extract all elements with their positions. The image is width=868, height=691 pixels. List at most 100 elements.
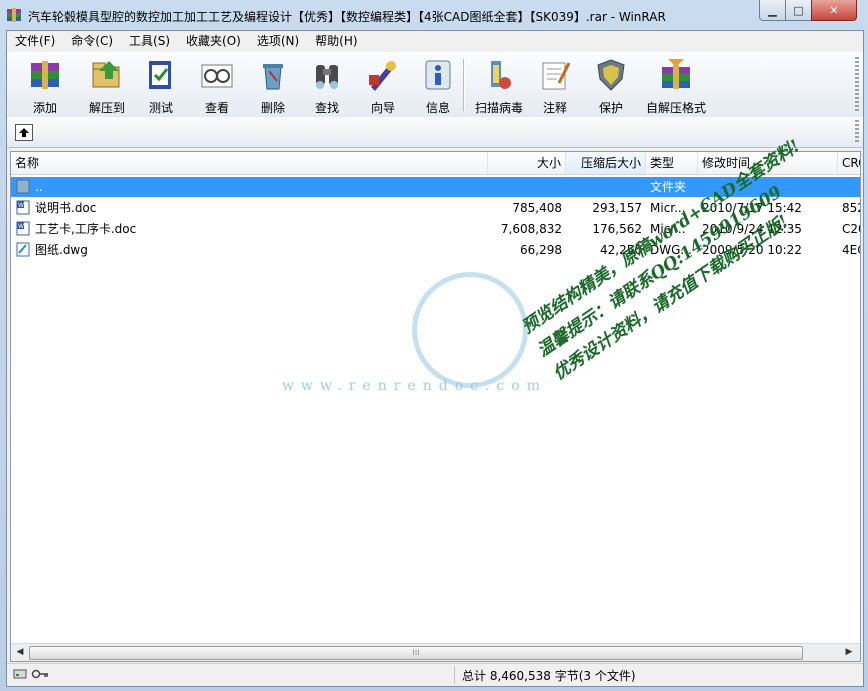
address-bar [7, 117, 863, 148]
table-row[interactable]: W 工艺卡,工序卡.doc 7,608,832 176,562 Micr... … [11, 219, 860, 239]
client-area: 文件(F) 命令(C) 工具(S) 收藏夹(O) 选项(N) 帮助(H) 添加 … [6, 30, 864, 687]
menu-options[interactable]: 选项(N) [249, 31, 307, 51]
scroll-left-icon[interactable]: ◀ [13, 646, 27, 659]
row-name: .. [35, 180, 43, 194]
row-crc: C20 [842, 222, 860, 236]
col-name[interactable]: 名称 [11, 152, 488, 174]
wizard-icon [369, 61, 396, 91]
winrar-app-icon [7, 8, 21, 22]
scroll-right-icon[interactable]: ▶ [842, 646, 856, 659]
sfx-icon [662, 59, 690, 89]
row-modified: 2009/5/20 10:22 [702, 243, 802, 257]
row-type: DWG... [650, 243, 692, 257]
col-packed[interactable]: 压缩后大小 [566, 152, 646, 174]
menu-bar: 文件(F) 命令(C) 工具(S) 收藏夹(O) 选项(N) 帮助(H) [7, 31, 863, 51]
info-label: 信息 [425, 101, 450, 115]
key-icon[interactable] [31, 668, 49, 680]
col-size[interactable]: 大小 [488, 152, 566, 174]
row-name: 说明书.doc [35, 201, 97, 215]
folder-up-icon [16, 179, 30, 194]
protect-icon [597, 59, 625, 91]
find-icon [316, 65, 338, 89]
extract-to-button[interactable]: 解压到 [77, 57, 137, 115]
drive-icon[interactable] [13, 668, 27, 680]
row-size: 66,298 [520, 243, 562, 257]
svg-text:W: W [18, 202, 24, 209]
extract-to-label: 解压到 [88, 101, 125, 115]
toolbar-grip[interactable] [855, 57, 859, 113]
table-row[interactable]: W 说明书.doc 785,408 293,157 Micr... 2010/7… [11, 198, 860, 218]
add-button[interactable]: 添加 [17, 57, 73, 115]
row-type: 文件夹 [650, 180, 687, 194]
word-doc-icon: W [16, 221, 30, 236]
test-button[interactable]: 测试 [133, 57, 189, 115]
row-size: 785,408 [512, 201, 562, 215]
title-bar[interactable]: 汽车轮毂模具型腔的数控加工加工工艺及编程设计【优秀】【数控编程类】【4张CAD图… [0, 0, 868, 30]
table-row[interactable]: .. 文件夹 [11, 177, 860, 197]
virus-scan-icon [491, 61, 511, 89]
add-label: 添加 [32, 101, 57, 115]
table-row[interactable]: 图纸.dwg 66,298 42,250 DWG... 2009/5/20 10… [11, 240, 860, 260]
find-button[interactable]: 查找 [299, 57, 355, 115]
row-packed: 42,250 [600, 243, 642, 257]
sfx-button[interactable]: 自解压格式 [639, 57, 713, 115]
column-header: 名称 大小 压缩后大小 类型 修改时间 CRC [11, 152, 860, 175]
delete-icon [263, 64, 283, 90]
row-size: 7,608,832 [500, 222, 562, 236]
extract-to-icon [92, 61, 120, 88]
menu-file[interactable]: 文件(F) [7, 31, 63, 51]
protect-label: 保护 [598, 101, 623, 115]
row-type: Micr... [650, 201, 686, 215]
row-modified: 2010/7/17 15:42 [702, 201, 802, 215]
col-type[interactable]: 类型 [646, 152, 698, 174]
wizard-label: 向导 [370, 101, 395, 115]
menu-help[interactable]: 帮助(H) [307, 31, 365, 51]
test-label: 测试 [148, 101, 173, 115]
maximize-button[interactable]: □ [785, 0, 812, 21]
view-label: 查看 [204, 101, 229, 115]
info-icon [425, 60, 451, 90]
protect-button[interactable]: 保护 [583, 57, 639, 115]
col-modified[interactable]: 修改时间 [698, 152, 838, 174]
toolbar-separator [463, 59, 465, 111]
close-button[interactable]: ✕ [811, 0, 857, 21]
row-type: Micr... [650, 222, 686, 236]
delete-label: 删除 [260, 101, 285, 115]
scroll-thumb[interactable]: ⁞⁞⁞ [29, 646, 803, 660]
toolbar: 添加 解压到 测试 查看 删除 查找 向导 信息 扫描病毒 注释 保护 自解压格… [7, 52, 863, 118]
menu-tools[interactable]: 工具(S) [121, 31, 178, 51]
wizard-button[interactable]: 向导 [355, 57, 411, 115]
row-crc: 4EC [842, 243, 860, 257]
up-arrow-icon [19, 128, 29, 137]
info-button[interactable]: 信息 [410, 57, 466, 115]
row-crc: 852 [842, 201, 860, 215]
row-name: 图纸.dwg [35, 243, 88, 257]
up-folder-button[interactable] [15, 124, 33, 141]
view-button[interactable]: 查看 [189, 57, 245, 115]
sfx-label: 自解压格式 [645, 101, 706, 115]
row-name: 工艺卡,工序卡.doc [35, 222, 137, 236]
delete-button[interactable]: 删除 [245, 57, 301, 115]
menu-favorites[interactable]: 收藏夹(O) [178, 31, 249, 51]
file-list[interactable]: 名称 大小 压缩后大小 类型 修改时间 CRC .. 文件夹 W 说明书.doc… [10, 151, 861, 662]
test-icon [149, 61, 171, 89]
status-bar: 总计 8,460,538 字节(3 个文件) [7, 663, 863, 686]
comment-button[interactable]: 注释 [527, 57, 583, 115]
find-label: 查找 [314, 101, 339, 115]
virus-scan-button[interactable]: 扫描病毒 [469, 57, 529, 115]
horizontal-scrollbar[interactable]: ◀ ⁞⁞⁞ ▶ [11, 643, 860, 661]
minimize-button[interactable]: ▁ [759, 0, 786, 21]
window-title: 汽车轮毂模具型腔的数控加工加工工艺及编程设计【优秀】【数控编程类】【4张CAD图… [28, 10, 666, 24]
status-divider [454, 666, 455, 684]
virus-scan-label: 扫描病毒 [474, 101, 523, 115]
status-total: 总计 8,460,538 字节(3 个文件) [462, 669, 636, 683]
col-crc[interactable]: CRC [838, 152, 860, 174]
dwg-file-icon [16, 242, 30, 257]
row-packed: 176,562 [592, 222, 642, 236]
add-archive-icon [31, 61, 59, 89]
menu-commands[interactable]: 命令(C) [63, 31, 121, 51]
view-icon [201, 64, 233, 88]
row-packed: 293,157 [592, 201, 642, 215]
row-modified: 2010/9/24 12:35 [702, 222, 802, 236]
address-grip[interactable] [855, 120, 859, 144]
